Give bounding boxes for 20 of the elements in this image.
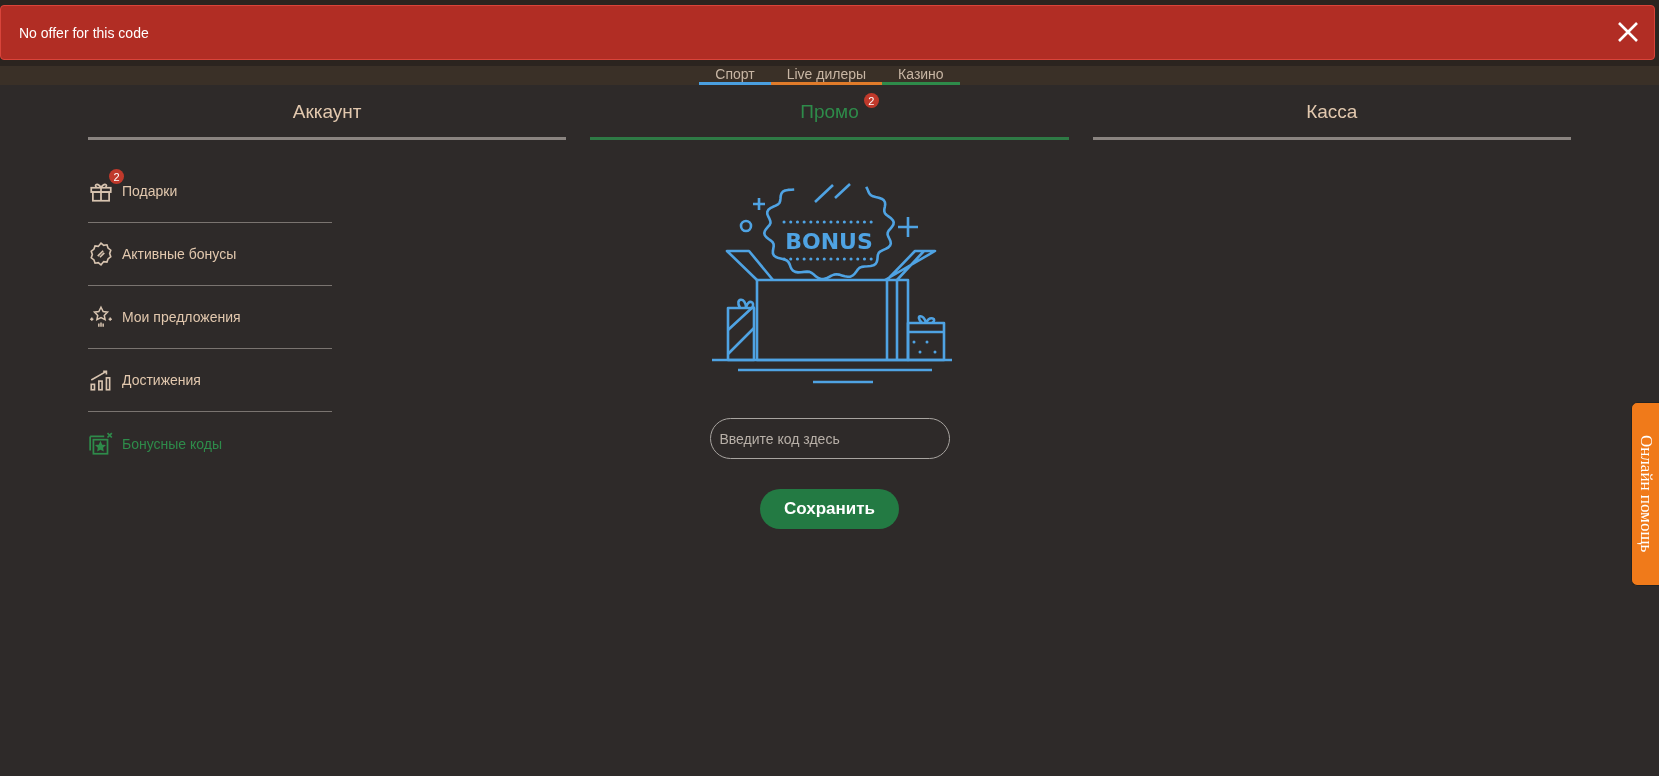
sidebar-item[interactable]: Подарки 2 (88, 160, 332, 223)
bonus-label: BONUS (784, 229, 873, 254)
section-tab[interactable]: Промо 2 (590, 93, 1069, 140)
sidebar-item[interactable]: Мои предложения (88, 286, 332, 349)
section-tab[interactable]: Касса (1092, 93, 1571, 140)
sidebar-item[interactable]: Достижения (88, 349, 332, 412)
coupon-icon (88, 430, 114, 457)
badge-icon (88, 241, 114, 267)
sparkle-star-icon (88, 304, 114, 330)
close-button[interactable] (1616, 20, 1640, 44)
category-tab[interactable]: Live дилеры (770, 66, 883, 85)
sidebar-item[interactable]: Активные бонусы (88, 223, 332, 286)
save-button[interactable]: Сохранить (760, 489, 899, 529)
count-badge: 2 (109, 169, 124, 184)
toast-message: No offer for this code (19, 24, 149, 41)
category-tab[interactable]: Казино (882, 66, 960, 85)
section-tab[interactable]: Аккаунт (88, 93, 567, 140)
count-badge: 2 (863, 93, 879, 108)
category-tab[interactable]: Спорт (699, 66, 771, 85)
code-input-field[interactable]: Введите код здесь (709, 418, 950, 459)
